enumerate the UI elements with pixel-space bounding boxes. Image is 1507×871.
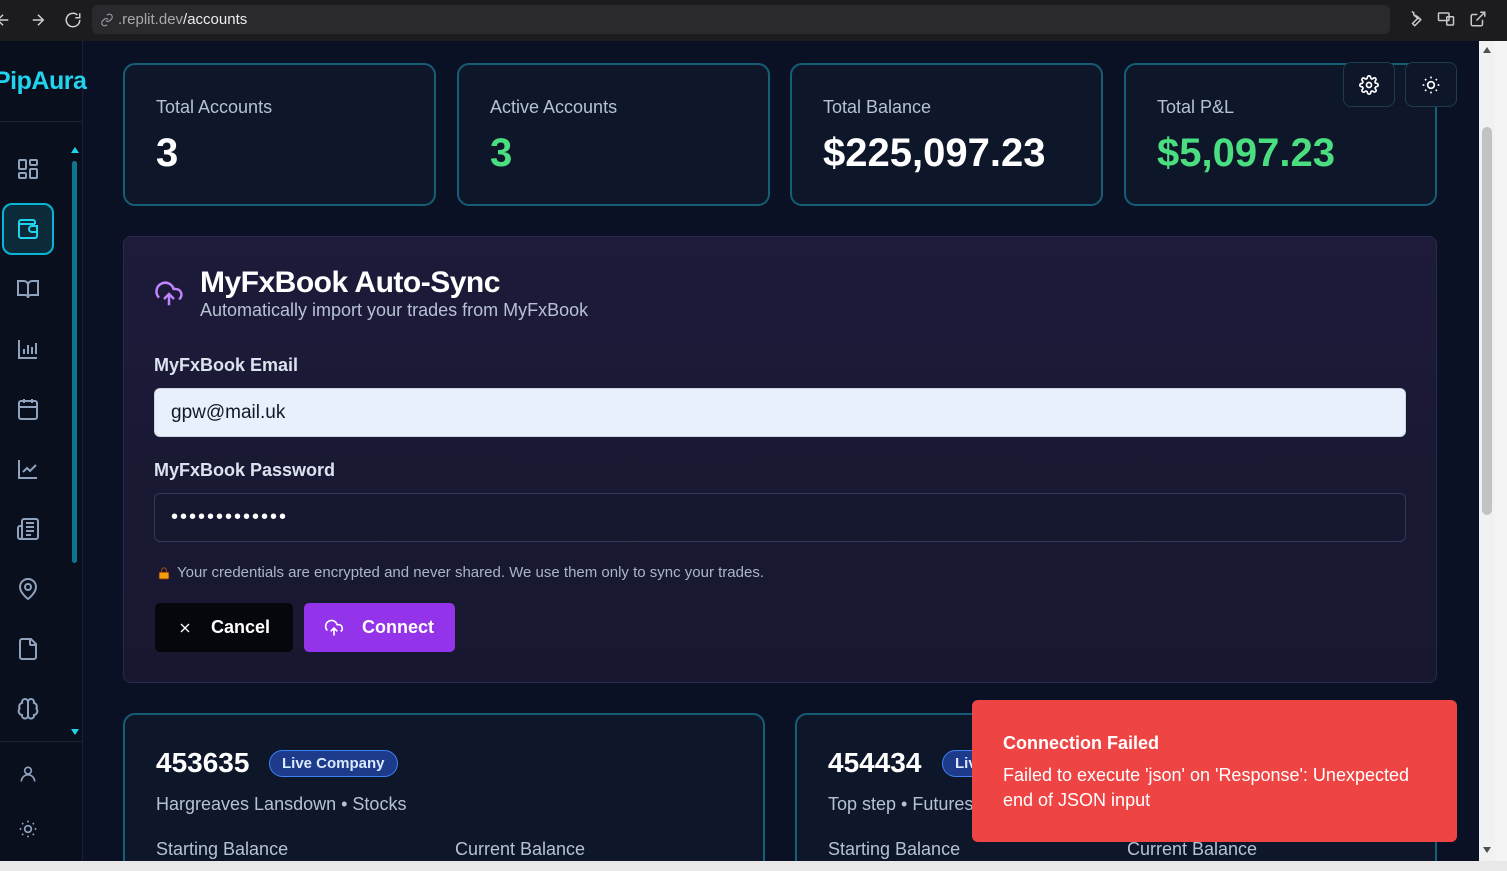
sidebar-item-theme[interactable]: [3, 803, 53, 855]
stat-label: Total Accounts: [156, 97, 273, 117]
calendar-icon: [18, 399, 38, 420]
stat-card-active-accounts: Active Accounts 3: [457, 63, 770, 206]
stat-card-total-balance: Total Balance $225,097.23: [790, 63, 1103, 206]
stat-value: $225,097.23: [823, 131, 1046, 175]
line-chart-icon: [18, 460, 37, 479]
stat-value: $5,097.23: [1157, 131, 1335, 175]
divider: [0, 741, 83, 742]
brain-icon: [17, 698, 39, 720]
account-broker-line: Top step • Futures: [828, 794, 974, 814]
sidebar-item-profile[interactable]: [3, 748, 53, 800]
email-label: MyFxBook Email: [154, 355, 299, 375]
account-market: Futures: [912, 794, 974, 814]
panel-subtitle: Automatically import your trades from My…: [200, 300, 589, 320]
divider: [0, 121, 83, 122]
back-arrow-icon[interactable]: [0, 5, 18, 35]
theme-toggle-button[interactable]: [1405, 62, 1457, 107]
cancel-label: Cancel: [211, 617, 271, 637]
account-type-badge: Live Company: [269, 750, 398, 777]
forward-arrow-icon[interactable]: [23, 5, 53, 35]
sun-icon: [19, 820, 37, 838]
scrollbar-thumb[interactable]: [1482, 127, 1492, 515]
sidebar-scroll-up-icon[interactable]: [71, 147, 79, 153]
wallet-icon: [18, 219, 38, 239]
gear-icon: [1359, 74, 1379, 95]
connect-label: Connect: [362, 617, 434, 637]
window-bottom-edge: [0, 861, 1507, 871]
account-broker: Hargreaves Lansdown: [156, 794, 337, 814]
cloud-upload-icon: [324, 618, 344, 638]
map-pin-icon: [18, 578, 38, 601]
book-open-icon: [17, 280, 39, 299]
url-host: .replit.dev: [118, 11, 184, 28]
dashboard-grid-icon: [18, 159, 38, 179]
sidebar-item-analytics[interactable]: [3, 323, 53, 375]
stat-value: 3: [490, 131, 513, 175]
newspaper-icon: [17, 518, 39, 540]
reload-icon[interactable]: [58, 5, 88, 35]
current-balance-label: Current Balance: [1127, 839, 1258, 859]
sun-icon: [1422, 76, 1440, 93]
file-icon: [19, 638, 37, 660]
starting-balance-label: Starting Balance: [828, 839, 961, 859]
address-bar[interactable]: .replit.dev/accounts: [92, 5, 1390, 34]
sidebar-scrollbar[interactable]: [72, 161, 77, 563]
sidebar-item-journal[interactable]: [3, 263, 53, 315]
brand-logo[interactable]: PipAura: [0, 67, 87, 96]
error-toast[interactable]: Connection Failed Failed to execute 'jso…: [972, 700, 1457, 842]
account-number: 454434: [828, 747, 922, 778]
stat-card-total-accounts: Total Accounts 3: [123, 63, 436, 206]
stat-value: 3: [156, 131, 179, 175]
devices-icon[interactable]: [1435, 8, 1457, 30]
open-external-icon[interactable]: [1467, 8, 1489, 30]
toast-message: Failed to execute 'json' on 'Response': …: [1003, 765, 1409, 810]
toast-title: Connection Failed: [1003, 733, 1160, 753]
sidebar-item-dashboard[interactable]: [3, 143, 53, 195]
connect-button[interactable]: Connect: [304, 603, 455, 652]
wrench-icon[interactable]: [1403, 8, 1425, 30]
current-balance-label: Current Balance: [455, 839, 586, 859]
email-field[interactable]: gpw@mail.uk: [154, 388, 1406, 437]
scroll-down-icon[interactable]: [1483, 847, 1491, 853]
link-icon: [100, 13, 114, 27]
stat-label: Total Balance: [823, 97, 932, 117]
account-number: 453635: [156, 747, 250, 778]
browser-tools: [1403, 8, 1489, 30]
account-market: Stocks: [352, 794, 407, 814]
account-broker-line: Hargreaves Lansdown • Stocks: [156, 794, 407, 814]
security-note-text: Your credentials are encrypted and never…: [177, 564, 764, 581]
close-icon: [177, 620, 193, 636]
cancel-button[interactable]: Cancel: [155, 603, 293, 652]
panel-title: MyFxBook Auto-Sync: [200, 266, 500, 299]
cloud-upload-icon: [154, 279, 184, 314]
security-note: Your credentials are encrypted and never…: [157, 564, 764, 581]
sidebar-scroll-down-icon[interactable]: [71, 729, 79, 735]
scroll-up-icon[interactable]: [1483, 47, 1491, 53]
sidebar-item-ai[interactable]: [3, 683, 53, 735]
stat-label: Active Accounts: [490, 97, 618, 117]
account-broker: Top step: [828, 794, 897, 814]
sidebar-item-news[interactable]: [3, 503, 53, 555]
account-card[interactable]: 453635 Live Company Hargreaves Lansdown …: [123, 713, 765, 871]
browser-toolbar: .replit.dev/accounts: [0, 0, 1507, 41]
myfxbook-sync-panel: MyFxBook Auto-Sync Automatically import …: [123, 236, 1437, 683]
sidebar-item-notes[interactable]: [3, 623, 53, 675]
starting-balance-label: Starting Balance: [156, 839, 289, 859]
sidebar-item-accounts[interactable]: [2, 203, 54, 255]
sidebar: PipAura: [0, 41, 87, 871]
page-scrollbar[interactable]: [1479, 41, 1495, 861]
password-label: MyFxBook Password: [154, 460, 336, 480]
lock-icon: [157, 566, 171, 580]
sidebar-item-location[interactable]: [3, 563, 53, 615]
settings-button[interactable]: [1343, 62, 1395, 107]
sidebar-item-performance[interactable]: [3, 443, 53, 495]
url-path: /accounts: [183, 11, 248, 28]
password-field[interactable]: •••••••••••••: [154, 493, 1406, 542]
bar-chart-icon: [18, 340, 37, 359]
user-icon: [20, 766, 36, 782]
window-edge: [1495, 41, 1507, 871]
sidebar-item-calendar[interactable]: [3, 383, 53, 435]
